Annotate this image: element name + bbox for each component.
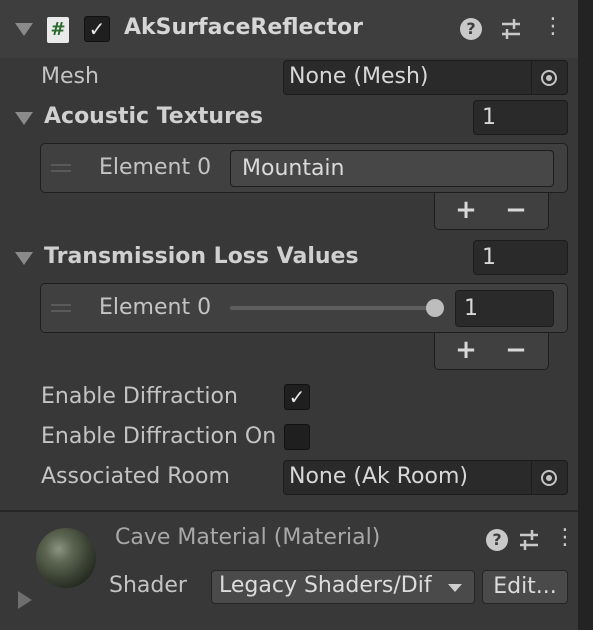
component-title: AkSurfaceReflector xyxy=(124,15,364,40)
component-header[interactable]: # ✓ AkSurfaceReflector ? ⋮ xyxy=(0,0,578,58)
help-icon[interactable]: ? xyxy=(486,529,508,551)
inspector-scrollbar-gutter xyxy=(578,0,593,630)
object-picker-icon[interactable] xyxy=(541,70,557,86)
material-preview-sphere[interactable] xyxy=(36,528,96,588)
shader-value: Legacy Shaders/Dif xyxy=(219,573,432,598)
mesh-value: None (Mesh) xyxy=(289,64,429,89)
acoustic-textures-list: Element 0 Mountain xyxy=(40,143,568,193)
acoustic-textures-label: Acoustic Textures xyxy=(44,104,263,129)
element-label: Element 0 xyxy=(99,155,212,180)
acoustic-textures-foldout-icon[interactable] xyxy=(15,112,33,125)
presets-icon[interactable] xyxy=(500,18,522,40)
drag-handle-icon[interactable] xyxy=(51,164,71,172)
object-picker-icon[interactable] xyxy=(541,470,557,486)
material-foldout-icon[interactable] xyxy=(18,591,32,609)
enable-diffraction-label: Enable Diffraction xyxy=(41,384,238,409)
more-options-icon[interactable]: ⋮ xyxy=(554,525,576,550)
associated-room-field[interactable]: None (Ak Room) xyxy=(283,460,568,495)
script-icon: # xyxy=(47,17,69,43)
associated-room-value: None (Ak Room) xyxy=(289,464,468,489)
transmission-loss-slider-thumb[interactable] xyxy=(426,299,444,317)
transmission-loss-element-field[interactable]: 1 xyxy=(455,290,554,327)
room-picker-separator xyxy=(531,461,532,494)
mesh-picker-separator xyxy=(531,61,532,94)
add-element-button[interactable]: + xyxy=(454,197,478,223)
more-options-icon[interactable]: ⋮ xyxy=(542,14,564,39)
help-icon[interactable]: ? xyxy=(460,18,482,40)
edit-shader-button[interactable]: Edit... xyxy=(482,570,568,604)
transmission-loss-add-remove: + − xyxy=(434,333,549,370)
acoustic-textures-size-field[interactable]: 1 xyxy=(473,100,568,135)
transmission-loss-label: Transmission Loss Values xyxy=(44,244,359,269)
mesh-field[interactable]: None (Mesh) xyxy=(283,60,568,95)
associated-room-label: Associated Room xyxy=(41,464,230,489)
drag-handle-icon[interactable] xyxy=(51,304,71,312)
transmission-loss-slider-track[interactable] xyxy=(230,306,435,310)
acoustic-textures-add-remove: + − xyxy=(434,193,549,230)
presets-icon[interactable] xyxy=(518,529,540,551)
remove-element-button[interactable]: − xyxy=(504,197,528,223)
component-enabled-checkbox[interactable]: ✓ xyxy=(84,16,110,42)
shader-dropdown[interactable]: Legacy Shaders/Dif xyxy=(211,570,475,604)
transmission-loss-list: Element 0 1 xyxy=(40,283,568,333)
add-element-button[interactable]: + xyxy=(454,337,478,363)
transmission-loss-foldout-icon[interactable] xyxy=(15,252,33,265)
element-label: Element 0 xyxy=(99,295,212,320)
material-title: Cave Material (Material) xyxy=(115,525,381,550)
transmission-loss-size-field[interactable]: 1 xyxy=(473,240,568,275)
foldout-arrow-icon[interactable] xyxy=(15,23,33,36)
mesh-label: Mesh xyxy=(41,64,99,89)
remove-element-button[interactable]: − xyxy=(504,337,528,363)
enable-diffraction-checkbox[interactable]: ✓ xyxy=(284,384,310,410)
chevron-down-icon xyxy=(448,584,462,592)
acoustic-texture-element-field[interactable]: Mountain xyxy=(230,150,554,187)
enable-diffraction-on-label: Enable Diffraction On xyxy=(41,424,277,449)
enable-diffraction-on-checkbox[interactable] xyxy=(284,424,310,450)
shader-label: Shader xyxy=(109,573,187,598)
